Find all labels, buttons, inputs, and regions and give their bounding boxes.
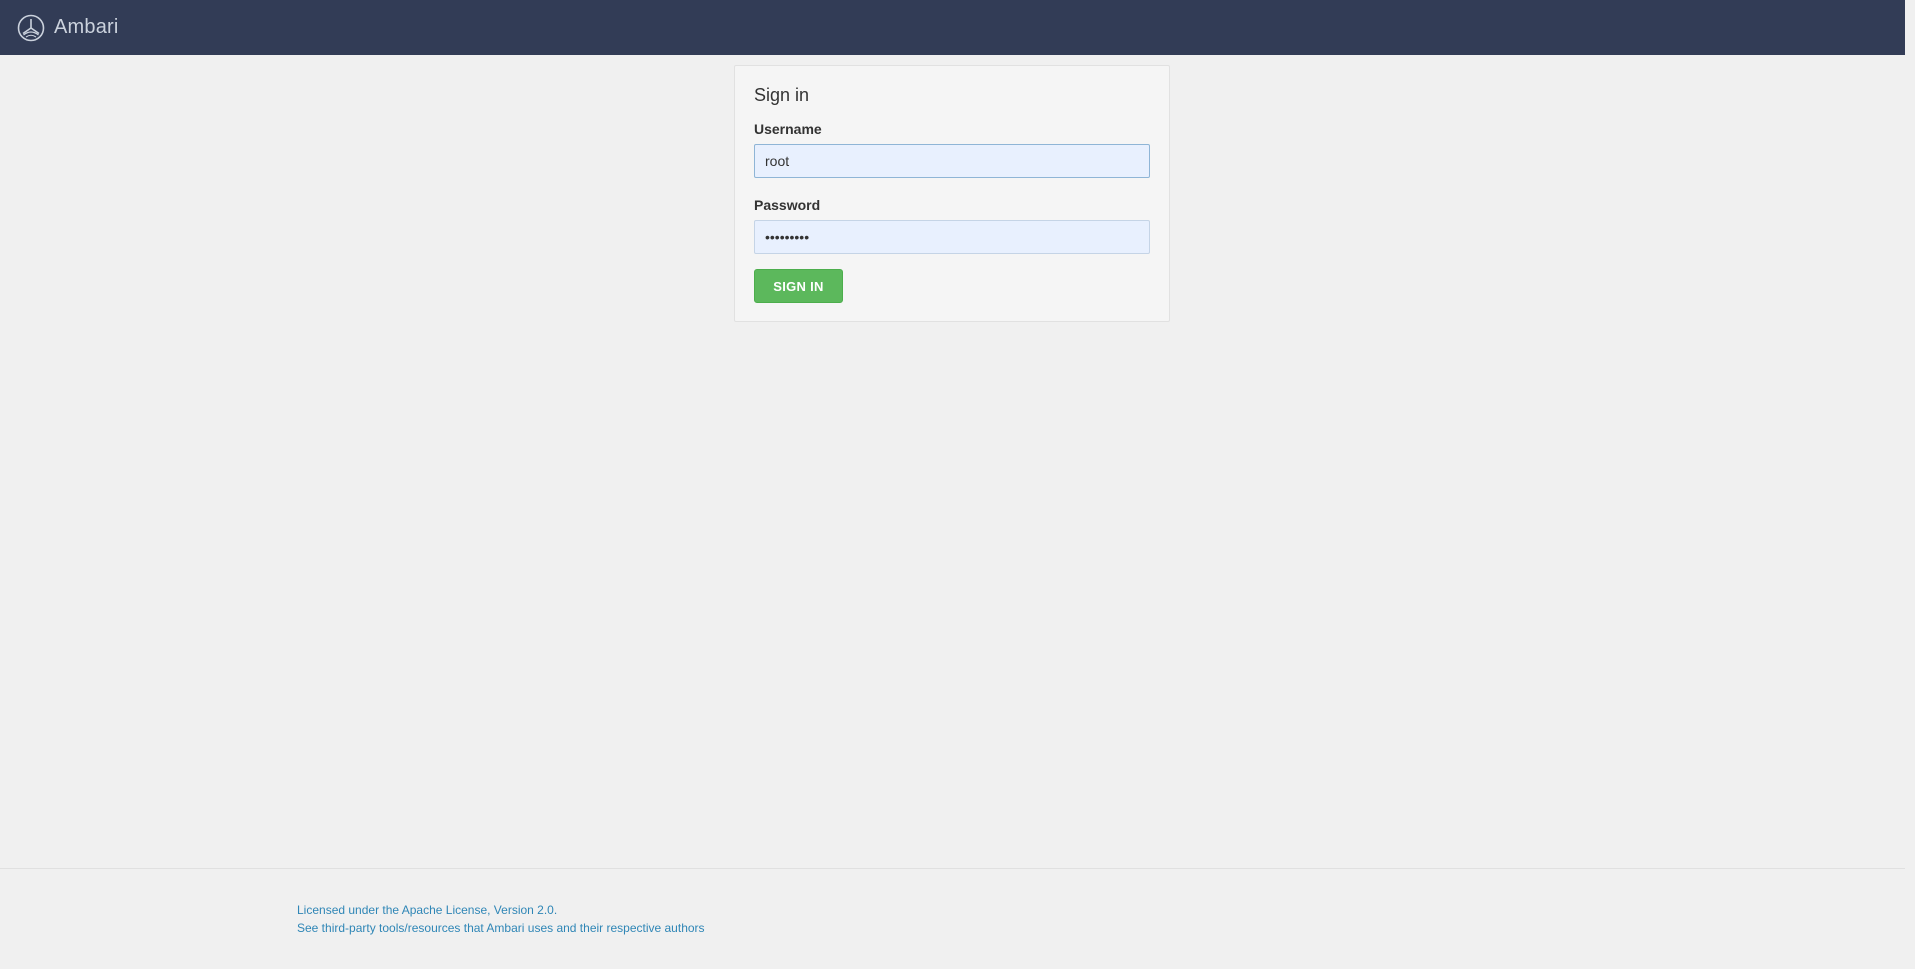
username-input[interactable] — [754, 144, 1150, 178]
top-navbar: Ambari — [0, 0, 1905, 55]
ambari-logo-icon — [17, 14, 45, 41]
username-label: Username — [754, 121, 822, 137]
brand-home-link[interactable]: Ambari — [17, 14, 119, 42]
page-scrollbar-track — [1905, 0, 1915, 969]
login-form: Sign in Username Password SIGN IN — [734, 65, 1170, 322]
sign-in-button[interactable]: SIGN IN — [754, 269, 843, 303]
login-title: Sign in — [754, 85, 810, 105]
brand-name: Ambari — [54, 16, 119, 38]
password-input[interactable] — [754, 220, 1150, 254]
apache-license-link[interactable]: Licensed under the Apache License, Versi… — [297, 901, 705, 919]
footer: Licensed under the Apache License, Versi… — [297, 901, 705, 937]
footer-divider — [0, 868, 1905, 869]
password-label: Password — [754, 197, 821, 213]
third-party-tools-link[interactable]: See third-party tools/resources that Amb… — [297, 919, 705, 937]
